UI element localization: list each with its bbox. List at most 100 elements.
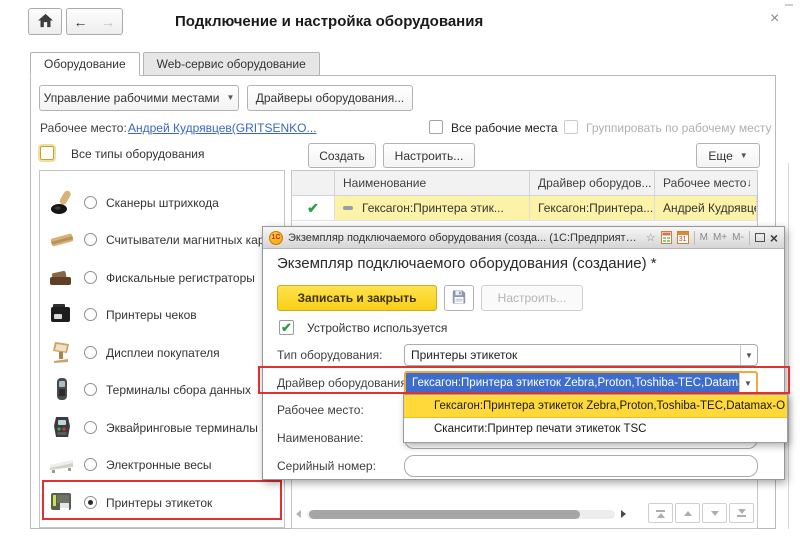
sidebar-item-label: Эквайринговые терминалы xyxy=(106,421,258,435)
electronic-scales-icon xyxy=(47,451,77,477)
more-button[interactable]: Еще ▼ xyxy=(696,143,760,168)
column-name[interactable]: Наименование xyxy=(335,171,530,195)
name-field-label: Наименование: xyxy=(277,427,364,449)
item-marker-icon xyxy=(343,206,353,210)
device-used-checkbox[interactable]: ✔ xyxy=(279,320,294,335)
sidebar-item-customer-displays[interactable]: Дисплеи покупателя xyxy=(40,334,284,372)
sidebar-item-label: Терминалы сбора данных xyxy=(106,383,251,397)
radio-card-readers[interactable] xyxy=(84,233,97,246)
equipment-type-list: Сканеры штрихкода Считыватели магнитных … xyxy=(39,170,285,528)
sidebar-item-acquiring-terminals[interactable]: Эквайринговые терминалы xyxy=(40,409,284,447)
go-first-button[interactable] xyxy=(648,503,673,523)
configure-button[interactable]: Настроить... xyxy=(383,143,475,168)
radio-barcode-scanners[interactable] xyxy=(84,196,97,209)
cell-driver: Гексагон:Принтера... xyxy=(530,196,655,220)
app-window: ← → Подключение и настройка оборудования… xyxy=(0,0,800,545)
radio-acquiring-terminals[interactable] xyxy=(84,421,97,434)
workplace-link[interactable]: Андрей Кудрявцев(GRITSENKO... xyxy=(128,121,316,135)
serial-field[interactable] xyxy=(404,455,758,477)
sidebar-item-label-printers[interactable]: Принтеры этикеток xyxy=(40,484,284,522)
group-by-workplace-checkbox[interactable] xyxy=(564,120,578,134)
cell-used: ✔ xyxy=(292,196,335,220)
all-equipment-types-label: Все типы оборудования xyxy=(71,147,204,161)
serial-field-label: Серийный номер: xyxy=(277,455,376,477)
dialog-titlebar[interactable]: 1С Экземпляр подключаемого оборудования … xyxy=(263,227,784,249)
radio-label-printers[interactable] xyxy=(84,496,97,509)
column-used[interactable] xyxy=(292,171,335,195)
driver-option-geksagon[interactable]: Гексагон:Принтера этикеток Zebra,Proton,… xyxy=(404,395,787,418)
all-workplaces-label: Все рабочие места xyxy=(451,121,558,135)
customer-display-icon xyxy=(47,339,77,365)
home-icon xyxy=(37,13,54,31)
calculator-icon[interactable] xyxy=(661,231,672,244)
driver-value: Гексагон:Принтера этикеток Zebra,Proton,… xyxy=(406,373,739,393)
sidebar-item-fiscal-registers[interactable]: Фискальные регистраторы xyxy=(40,259,284,297)
manage-workplaces-button[interactable]: Управление рабочими местами ▼ xyxy=(39,85,239,111)
chevron-down-icon[interactable]: ▼ xyxy=(740,345,757,365)
table-nav-buttons xyxy=(646,503,754,523)
group-by-workplace-label: Группировать по рабочему месту xyxy=(586,121,771,135)
sidebar-item-label: Сканеры штрихкода xyxy=(106,196,219,210)
dialog-close-icon[interactable]: × xyxy=(770,233,778,243)
radio-data-terminals[interactable] xyxy=(84,383,97,396)
type-field[interactable]: Принтеры этикеток ▼ xyxy=(404,344,758,366)
tab-equipment[interactable]: Оборудование xyxy=(30,52,140,76)
go-down-button[interactable] xyxy=(702,503,727,523)
driver-field[interactable]: Гексагон:Принтера этикеток Zebra,Proton,… xyxy=(404,371,758,395)
sidebar-item-data-terminals[interactable]: Терминалы сбора данных xyxy=(40,371,284,409)
maximize-icon[interactable] xyxy=(755,233,765,242)
receipt-printer-icon xyxy=(47,301,77,327)
radio-receipt-printers[interactable] xyxy=(84,308,97,321)
label-printer-icon xyxy=(47,489,77,515)
scroll-left-icon[interactable] xyxy=(296,510,301,518)
sidebar-item-label: Электронные весы xyxy=(106,458,212,472)
close-icon[interactable]: × xyxy=(770,12,779,26)
go-last-button[interactable] xyxy=(729,503,754,523)
favorite-star-icon[interactable]: ☆ xyxy=(646,231,656,244)
home-button[interactable] xyxy=(28,8,62,35)
column-driver[interactable]: Драйвер оборудов... xyxy=(530,171,655,195)
dialog-configure-button[interactable]: Настроить... xyxy=(481,285,583,311)
table-row[interactable]: ✔ Гексагон:Принтера этик... Гексагон:При… xyxy=(292,196,757,221)
sidebar-item-barcode-scanners[interactable]: Сканеры штрихкода xyxy=(40,184,284,222)
equipment-drivers-button[interactable]: Драйверы оборудования... xyxy=(247,85,413,111)
all-equipment-types-checkbox[interactable] xyxy=(40,146,54,160)
titlebar-divider xyxy=(749,231,750,245)
horizontal-scrollbar[interactable] xyxy=(296,508,626,520)
back-button[interactable]: ← xyxy=(66,8,95,35)
chevron-down-icon[interactable]: ▼ xyxy=(739,373,756,393)
scroll-right-icon[interactable] xyxy=(621,510,626,518)
sidebar-item-receipt-printers[interactable]: Принтеры чеков xyxy=(40,296,284,334)
sidebar-item-electronic-scales[interactable]: Электронные весы xyxy=(40,446,284,484)
chevron-down-icon: ▼ xyxy=(226,94,234,102)
radio-electronic-scales[interactable] xyxy=(84,458,97,471)
sidebar-item-card-readers[interactable]: Считыватели магнитных карт xyxy=(40,221,284,259)
radio-customer-displays[interactable] xyxy=(84,346,97,359)
acquiring-terminal-icon xyxy=(47,414,77,440)
more-label: Еще xyxy=(708,149,732,163)
memory-m-plus-button[interactable]: M+ xyxy=(713,232,727,243)
go-up-button[interactable] xyxy=(675,503,700,523)
column-workplace[interactable]: Рабочее место ↓ xyxy=(655,171,757,195)
forward-button[interactable]: → xyxy=(94,8,123,35)
sidebar-item-label: Дисплеи покупателя xyxy=(106,346,220,360)
cell-name-text: Гексагон:Принтера этик... xyxy=(362,201,504,215)
barcode-scanner-icon xyxy=(47,189,77,215)
create-button[interactable]: Создать xyxy=(308,143,376,168)
save-button[interactable] xyxy=(444,285,474,311)
workplace-field-label: Рабочее место: xyxy=(277,399,364,421)
save-and-close-button[interactable]: Записать и закрыть xyxy=(277,285,437,311)
magnetic-card-reader-icon xyxy=(47,226,77,252)
serial-value xyxy=(405,456,757,476)
sidebar-item-label: Фискальные регистраторы xyxy=(106,271,255,285)
calendar-icon[interactable]: 31 xyxy=(677,231,689,244)
scrollbar-thumb[interactable] xyxy=(309,510,580,519)
memory-m-button[interactable]: M xyxy=(700,232,708,243)
driver-option-skansiti[interactable]: Скансити:Принтер печати этикеток TSC xyxy=(404,418,787,441)
scrollbar-track[interactable] xyxy=(307,510,615,519)
manage-workplaces-label: Управление рабочими местами xyxy=(44,91,220,105)
all-workplaces-checkbox[interactable] xyxy=(429,120,443,134)
radio-fiscal-registers[interactable] xyxy=(84,271,97,284)
tab-web-service[interactable]: Web-сервис оборудование xyxy=(143,52,320,76)
memory-m-minus-button[interactable]: M- xyxy=(732,232,744,243)
